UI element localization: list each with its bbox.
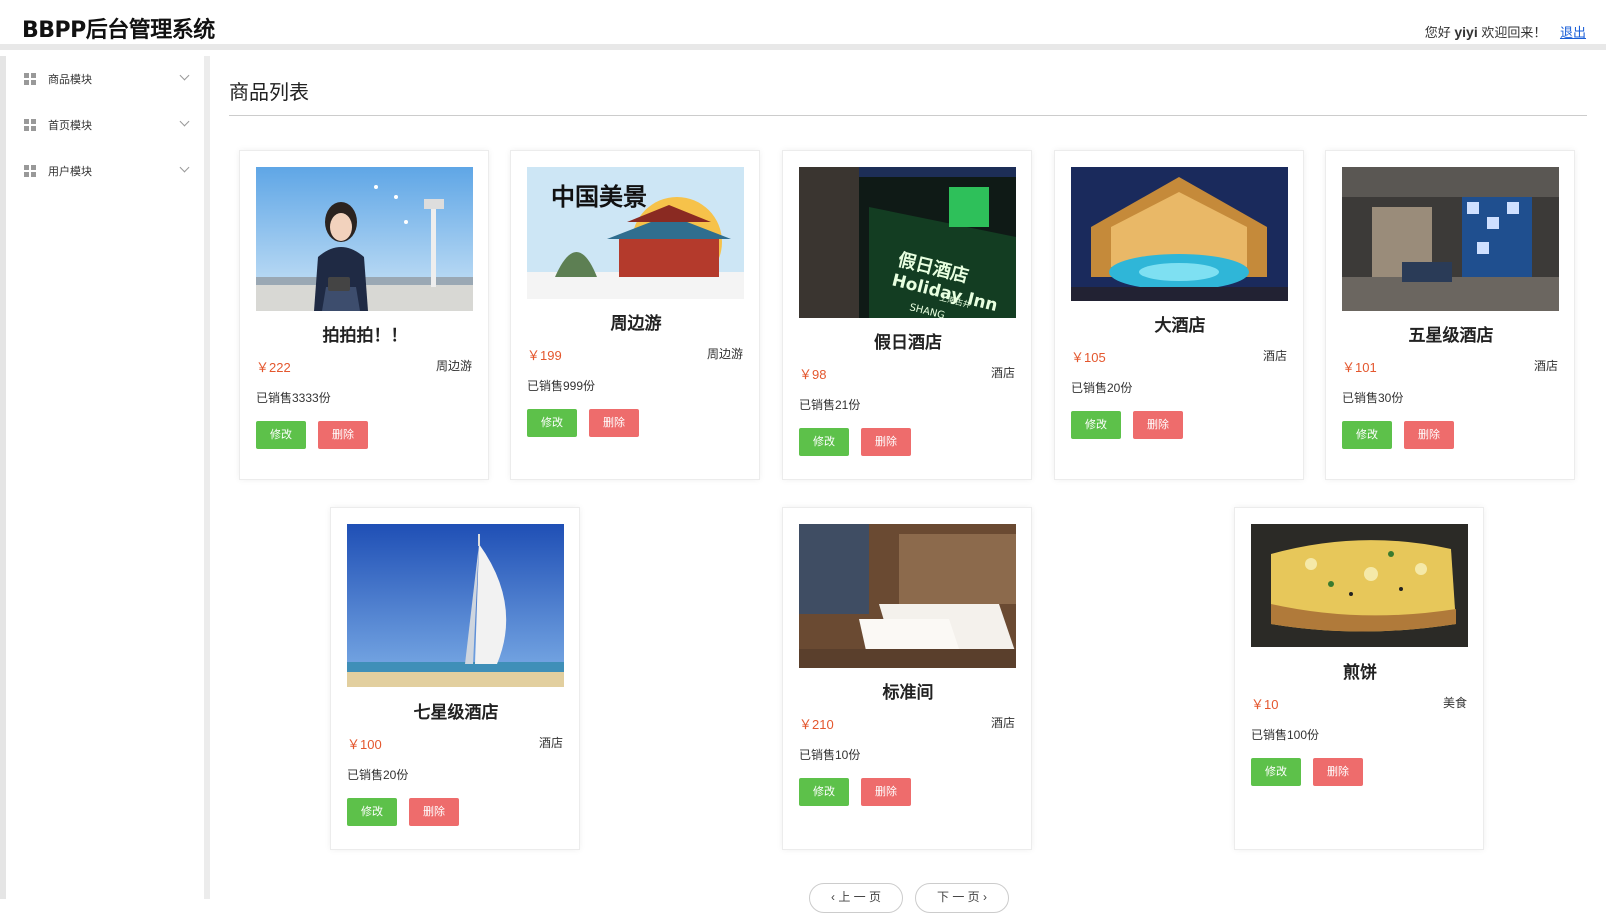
product-sold: 已销售30份 bbox=[1342, 391, 1404, 405]
next-page-button[interactable]: 下 一 页 › bbox=[915, 883, 1009, 913]
product-image-hotel-lounge bbox=[1342, 167, 1559, 311]
username: yiyi bbox=[1454, 24, 1478, 40]
product-card: 假日酒店 Holiday Inn 上海古井 SHANG 假日酒店 ￥98 酒店 … bbox=[782, 150, 1032, 480]
product-name: 五星级酒店 bbox=[1408, 326, 1494, 345]
product-name: 大酒店 bbox=[1154, 316, 1206, 335]
delete-button[interactable]: 删除 bbox=[589, 409, 639, 437]
edit-button[interactable]: 修改 bbox=[1071, 411, 1121, 439]
product-image-pancake bbox=[1251, 524, 1468, 647]
product-name: 假日酒店 bbox=[874, 333, 942, 352]
sidebar: 商品模块 首页模块 用户模块 bbox=[6, 56, 204, 196]
product-price: ￥101 bbox=[1342, 360, 1377, 375]
edit-button[interactable]: 修改 bbox=[799, 428, 849, 456]
delete-button[interactable]: 删除 bbox=[318, 421, 368, 449]
product-price: ￥222 bbox=[256, 360, 291, 375]
product-card: 七星级酒店 ￥100 酒店 已销售20份 修改 删除 bbox=[330, 507, 580, 850]
product-category: 美食 bbox=[1442, 696, 1467, 710]
sidebar-divider bbox=[204, 56, 210, 899]
product-image-chinese-pavilion: 中国美景 bbox=[527, 167, 744, 299]
edit-button[interactable]: 修改 bbox=[256, 421, 306, 449]
product-category: 酒店 bbox=[1262, 349, 1287, 363]
sidebar-item-products[interactable]: 商品模块 bbox=[24, 64, 192, 94]
product-image-girl-camera bbox=[256, 167, 473, 311]
greeting-suffix: 欢迎回来！ bbox=[1481, 25, 1547, 40]
delete-button[interactable]: 删除 bbox=[1404, 421, 1454, 449]
sidebar-item-home[interactable]: 首页模块 bbox=[24, 110, 192, 140]
sidebar-item-label: 用户模块 bbox=[48, 166, 92, 178]
product-sold: 已销售20份 bbox=[347, 768, 409, 782]
product-image-resort-night bbox=[1071, 167, 1288, 301]
top-bar: BBPP后台管理系统 您好 yiyi 欢迎回来！ 退出 bbox=[0, 0, 1606, 50]
product-name: 拍拍拍！！ bbox=[322, 326, 408, 345]
delete-button[interactable]: 删除 bbox=[1133, 411, 1183, 439]
product-card: 拍拍拍！！ ￥222 周边游 已销售3333份 修改 删除 bbox=[239, 150, 489, 480]
prev-page-button[interactable]: ‹ 上 一 页 bbox=[809, 883, 903, 913]
chevron-down-icon bbox=[179, 162, 190, 173]
product-card: 煎饼 ￥10 美食 已销售100份 修改 删除 bbox=[1234, 507, 1484, 850]
logout-link[interactable]: 退出 bbox=[1560, 25, 1586, 40]
product-name: 周边游 bbox=[610, 314, 662, 333]
edit-button[interactable]: 修改 bbox=[1342, 421, 1392, 449]
delete-button[interactable]: 删除 bbox=[861, 778, 911, 806]
product-name: 七星级酒店 bbox=[413, 703, 499, 722]
product-category: 酒店 bbox=[538, 736, 563, 750]
product-category: 周边游 bbox=[435, 359, 472, 373]
chevron-down-icon bbox=[179, 116, 190, 127]
product-price: ￥105 bbox=[1071, 350, 1106, 365]
product-card: 五星级酒店 ￥101 酒店 已销售30份 修改 删除 bbox=[1325, 150, 1575, 480]
product-sold: 已销售21份 bbox=[799, 398, 861, 412]
page-title: 商品列表 bbox=[229, 82, 309, 104]
product-price: ￥100 bbox=[347, 737, 382, 752]
title-divider bbox=[229, 115, 1587, 116]
product-price: ￥98 bbox=[799, 367, 827, 382]
product-category: 酒店 bbox=[1533, 359, 1558, 373]
edit-button[interactable]: 修改 bbox=[799, 778, 849, 806]
sidebar-item-label: 商品模块 bbox=[48, 74, 92, 86]
delete-button[interactable]: 删除 bbox=[1313, 758, 1363, 786]
grid-icon bbox=[24, 73, 36, 85]
product-sold: 已销售10份 bbox=[799, 748, 861, 762]
sidebar-item-users[interactable]: 用户模块 bbox=[24, 156, 192, 186]
grid-icon bbox=[24, 165, 36, 177]
product-price: ￥210 bbox=[799, 717, 834, 732]
product-sold: 已销售20份 bbox=[1071, 381, 1133, 395]
delete-button[interactable]: 删除 bbox=[861, 428, 911, 456]
sidebar-item-label: 首页模块 bbox=[48, 120, 92, 132]
poster-text: 中国美景 bbox=[551, 183, 647, 211]
grid-icon bbox=[24, 119, 36, 131]
product-category: 周边游 bbox=[706, 347, 743, 361]
product-image-burj-al-arab bbox=[347, 524, 564, 687]
product-category: 酒店 bbox=[990, 716, 1015, 730]
product-name: 煎饼 bbox=[1343, 663, 1377, 682]
product-price: ￥10 bbox=[1251, 697, 1279, 712]
edit-button[interactable]: 修改 bbox=[347, 798, 397, 826]
chevron-down-icon bbox=[179, 70, 190, 81]
product-sold: 已销售999份 bbox=[527, 379, 596, 393]
product-card: 大酒店 ￥105 酒店 已销售20份 修改 删除 bbox=[1054, 150, 1304, 480]
greeting-prefix: 您好 bbox=[1424, 25, 1451, 40]
product-sold: 已销售3333份 bbox=[256, 391, 331, 405]
product-image-holiday-inn: 假日酒店 Holiday Inn 上海古井 SHANG bbox=[799, 167, 1016, 318]
product-image-twin-room bbox=[799, 524, 1016, 668]
product-card: 中国美景 周边游 ￥199 周边游 已销售999份 修改 删除 bbox=[510, 150, 760, 480]
product-category: 酒店 bbox=[990, 366, 1015, 380]
user-greeting: 您好 yiyi 欢迎回来！ 退出 bbox=[1425, 22, 1586, 41]
edit-button[interactable]: 修改 bbox=[1251, 758, 1301, 786]
app-title: BBPP后台管理系统 bbox=[22, 18, 215, 43]
product-price: ￥199 bbox=[527, 348, 562, 363]
edit-button[interactable]: 修改 bbox=[527, 409, 577, 437]
product-sold: 已销售100份 bbox=[1251, 728, 1320, 742]
product-card: 标准间 ￥210 酒店 已销售10份 修改 删除 bbox=[782, 507, 1032, 850]
delete-button[interactable]: 删除 bbox=[409, 798, 459, 826]
product-name: 标准间 bbox=[882, 683, 934, 702]
